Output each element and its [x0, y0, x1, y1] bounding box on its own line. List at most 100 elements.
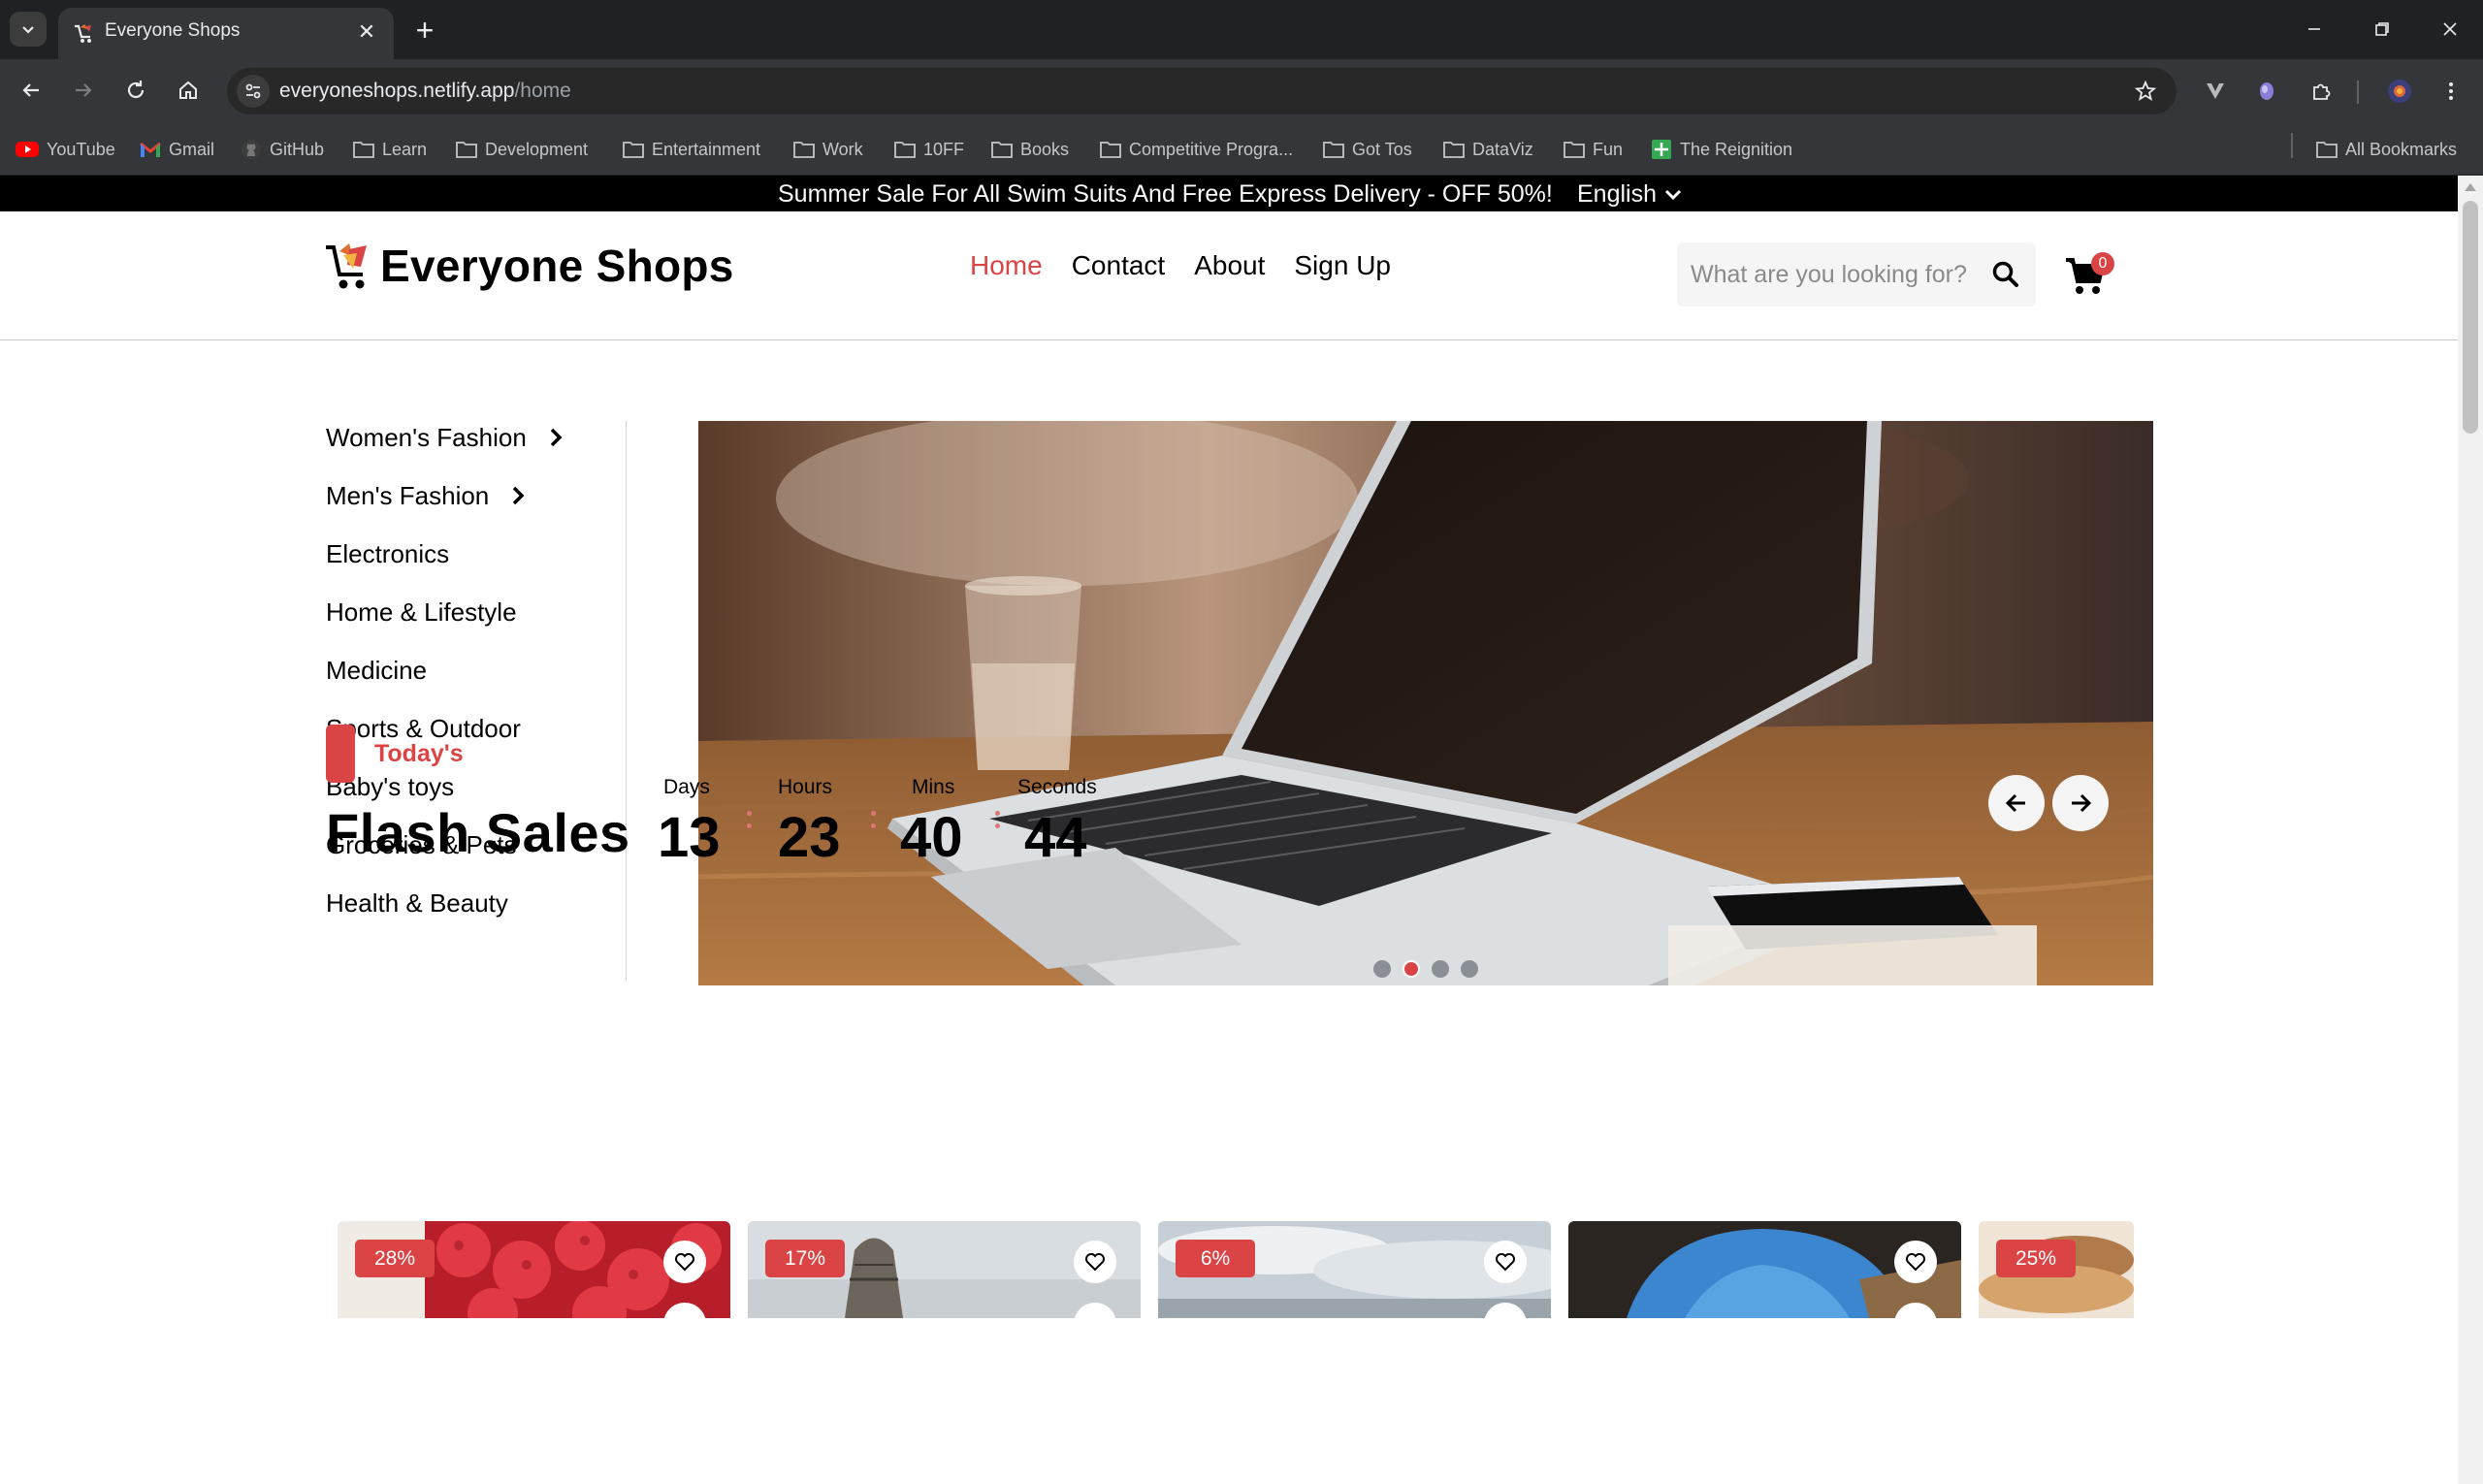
countdown-value: 13: [658, 806, 721, 869]
scroll-up-arrow[interactable]: [2465, 183, 2476, 191]
wishlist-button[interactable]: [1894, 1241, 1937, 1283]
discount-badge: 6%: [1176, 1240, 1255, 1277]
folder-icon: [623, 142, 644, 158]
address-bar[interactable]: everyoneshops.netlify.app/home: [227, 68, 2177, 114]
search-input[interactable]: [1691, 258, 1982, 291]
back-button[interactable]: [12, 71, 50, 110]
bookmark-entertainment[interactable]: Entertainment: [623, 137, 760, 162]
site-header: Everyone Shops Home Contact About Sign U…: [0, 211, 2458, 340]
product-card[interactable]: 25%: [1979, 1221, 2134, 1318]
category-label: Electronics: [326, 538, 450, 568]
hero-laptop-image: [698, 421, 2153, 985]
folder-icon: [353, 142, 374, 158]
product-card[interactable]: 17%: [748, 1221, 1141, 1318]
product-card[interactable]: 6%: [1158, 1221, 1551, 1318]
next-arrow-button[interactable]: [2052, 775, 2109, 831]
bookmark-gmail[interactable]: Gmail: [140, 137, 214, 162]
bookmark-10ff[interactable]: 10FF: [894, 137, 964, 162]
bookmark-label: Work: [822, 139, 863, 159]
site-logo[interactable]: Everyone Shops: [324, 240, 734, 292]
category-home-lifestyle[interactable]: Home & Lifestyle: [326, 595, 517, 629]
home-button[interactable]: [169, 71, 208, 110]
bookmark-star-button[interactable]: [2130, 76, 2161, 107]
orb-extension-button[interactable]: [2248, 73, 2285, 110]
all-bookmarks-label: All Bookmarks: [2345, 139, 2458, 159]
folder-icon: [1323, 142, 1344, 158]
category-medicine[interactable]: Medicine: [326, 653, 427, 688]
site-info-button[interactable]: [237, 75, 270, 108]
bookmark-dataviz[interactable]: DataViz: [1443, 137, 1533, 162]
gmail-icon: [140, 142, 161, 157]
nav-about[interactable]: About: [1194, 250, 1265, 281]
section-label-text: Today's: [374, 739, 464, 767]
countdown-label: Seconds: [1017, 776, 1097, 798]
language-select[interactable]: English: [1577, 180, 1684, 209]
shopping-cart-logo-icon: [326, 243, 367, 289]
carousel-dot-active[interactable]: [1403, 960, 1420, 978]
forward-button[interactable]: [64, 71, 103, 110]
language-label: English: [1577, 180, 1657, 208]
category-health-beauty[interactable]: Health & Beauty: [326, 886, 508, 920]
nav-sign-up[interactable]: Sign Up: [1294, 250, 1391, 281]
category-label: Health & Beauty: [326, 887, 508, 918]
home-icon: [179, 81, 197, 99]
carousel-dot[interactable]: [1373, 960, 1391, 978]
wishlist-button[interactable]: [1074, 1241, 1116, 1283]
restore-button[interactable]: [2363, 14, 2402, 45]
menu-button[interactable]: [2433, 73, 2469, 110]
category-divider: [626, 421, 627, 981]
hero-carousel[interactable]: [698, 421, 2153, 985]
bookmark-fun[interactable]: Fun: [1564, 137, 1623, 162]
bookmark-competitive-programming[interactable]: Competitive Progra...: [1100, 137, 1293, 162]
minimize-button[interactable]: [2295, 14, 2334, 45]
folder-icon: [456, 142, 477, 158]
nav-home[interactable]: Home: [970, 250, 1043, 281]
wishlist-button[interactable]: [1484, 1241, 1527, 1283]
category-mens-fashion[interactable]: Men's Fashion: [326, 478, 526, 513]
category-label: Men's Fashion: [326, 480, 490, 510]
bookmark-label: YouTube: [47, 139, 115, 159]
page-scrollbar[interactable]: [2458, 176, 2483, 1484]
category-electronics[interactable]: Electronics: [326, 536, 449, 571]
carousel-dot[interactable]: [1432, 960, 1449, 978]
carousel-dots: [1373, 960, 1478, 978]
tab-close-icon[interactable]: ✕: [353, 18, 380, 46]
bookmark-development[interactable]: Development: [456, 137, 588, 162]
bookmark-got-tos[interactable]: Got Tos: [1323, 137, 1412, 162]
all-bookmarks-button[interactable]: All Bookmarks: [2316, 137, 2457, 162]
extensions-button[interactable]: [2303, 73, 2339, 110]
bookmark-github[interactable]: GitHub: [241, 137, 324, 162]
nav-contact[interactable]: Contact: [1072, 250, 1166, 281]
bookmark-the-reignition[interactable]: The Reignition: [1651, 137, 1792, 162]
main-nav: Home Contact About Sign Up: [970, 250, 1391, 281]
bookmark-youtube[interactable]: YouTube: [16, 137, 115, 162]
close-window-button[interactable]: [2431, 14, 2469, 45]
new-tab-button[interactable]: +: [407, 13, 442, 48]
product-card[interactable]: [1568, 1221, 1961, 1318]
carousel-dot[interactable]: [1461, 960, 1478, 978]
scrollbar-thumb[interactable]: [2463, 201, 2478, 434]
sheets-icon: [1652, 140, 1671, 159]
chevron-down-icon: [22, 26, 34, 34]
tune-icon: [245, 83, 261, 99]
countdown-separator: [747, 811, 753, 836]
profile-button[interactable]: [2381, 73, 2418, 110]
active-tab[interactable]: Everyone Shops ✕: [58, 8, 394, 59]
bookmark-label: Fun: [1593, 139, 1624, 159]
search-icon[interactable]: [1991, 260, 2020, 289]
tab-search-button[interactable]: [10, 12, 47, 47]
bookmark-work[interactable]: Work: [793, 137, 863, 162]
toolbar-separator: [2357, 81, 2359, 104]
prev-arrow-button[interactable]: [1988, 775, 2045, 831]
category-womens-fashion[interactable]: Women's Fashion: [326, 420, 564, 455]
bookmark-books[interactable]: Books: [991, 137, 1069, 162]
wishlist-button[interactable]: [663, 1241, 706, 1283]
logo-text: Everyone Shops: [380, 241, 734, 291]
product-card[interactable]: 28%: [338, 1221, 730, 1318]
reload-button[interactable]: [116, 71, 155, 110]
countdown-mins: Mins 40: [900, 776, 963, 870]
bookmark-learn[interactable]: Learn: [353, 137, 427, 162]
vpn-extension-button[interactable]: [2197, 73, 2234, 110]
countdown-hours: Hours 23: [778, 776, 841, 870]
folder-icon: [894, 142, 916, 158]
